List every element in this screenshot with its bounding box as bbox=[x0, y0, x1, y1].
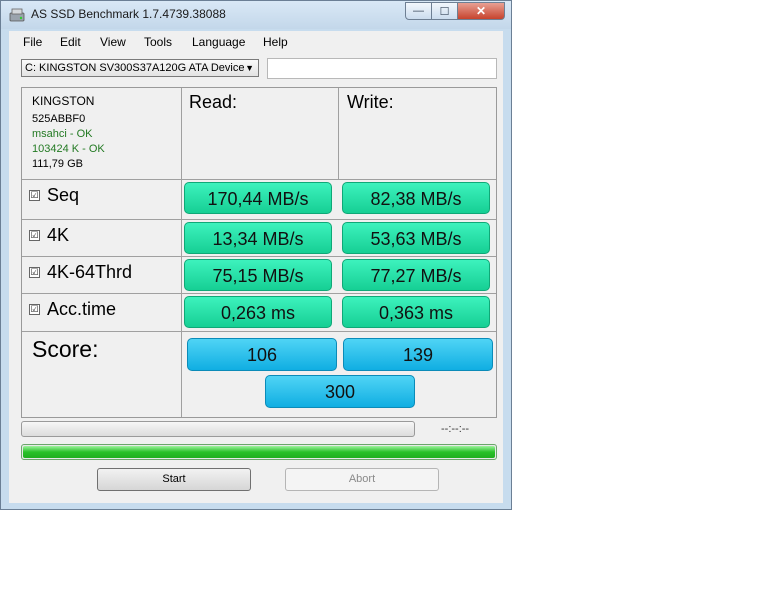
minimize-button[interactable]: — bbox=[405, 2, 432, 20]
menu-view[interactable]: View bbox=[100, 35, 126, 49]
grid-divider bbox=[181, 88, 182, 417]
4k-label: 4K bbox=[47, 225, 70, 245]
acctime-write-result: 0,363 ms bbox=[342, 296, 490, 328]
app-window: AS SSD Benchmark 1.7.4739.38088 — ☐ ✕ Fi… bbox=[0, 0, 512, 510]
drive-select[interactable]: C: KINGSTON SV300S37A120G ATA Device ▼ bbox=[21, 59, 259, 77]
maximize-button[interactable]: ☐ bbox=[432, 2, 458, 20]
test-progress-bar bbox=[21, 421, 415, 437]
menu-language[interactable]: Language bbox=[192, 35, 245, 49]
acctime-read-result: 0,263 ms bbox=[184, 296, 332, 328]
seq-label: Seq bbox=[47, 185, 80, 205]
read-score: 106 bbox=[187, 338, 337, 371]
caption-buttons: — ☐ ✕ bbox=[405, 2, 505, 21]
4k-checkbox[interactable]: ☑ bbox=[29, 230, 40, 241]
grid-divider bbox=[338, 88, 339, 179]
results-grid: KINGSTON 525ABBF0 msahci - OK 103424 K -… bbox=[21, 87, 497, 418]
overall-progress-fill bbox=[23, 446, 495, 458]
start-button[interactable]: Start bbox=[97, 468, 251, 491]
title-bar[interactable]: AS SSD Benchmark 1.7.4739.38088 — ☐ ✕ bbox=[1, 1, 511, 29]
abort-button[interactable]: Abort bbox=[285, 468, 439, 491]
4k-write-result: 53,63 MB/s bbox=[342, 222, 490, 254]
menu-file[interactable]: File bbox=[23, 35, 42, 49]
4k64-read-result: 75,15 MB/s bbox=[184, 259, 332, 291]
grid-divider bbox=[22, 219, 496, 220]
chevron-down-icon: ▼ bbox=[245, 63, 254, 73]
seq-write-result: 82,38 MB/s bbox=[342, 182, 490, 214]
elapsed-time: --:--:-- bbox=[441, 423, 470, 435]
score-label: Score: bbox=[32, 336, 99, 362]
alignment-status: 103424 K - OK bbox=[32, 143, 105, 155]
seq-read-result: 170,44 MB/s bbox=[184, 182, 332, 214]
4k64-label: 4K-64Thrd bbox=[47, 262, 133, 282]
client-area: File Edit View Tools Language Help C: KI… bbox=[9, 31, 503, 503]
acctime-checkbox[interactable]: ☑ bbox=[29, 304, 40, 315]
close-button[interactable]: ✕ bbox=[458, 2, 505, 20]
4k64-write-result: 77,27 MB/s bbox=[342, 259, 490, 291]
grid-divider bbox=[22, 256, 496, 257]
seq-checkbox[interactable]: ☑ bbox=[29, 190, 40, 201]
window-title: AS SSD Benchmark 1.7.4739.38088 bbox=[31, 7, 226, 21]
drive-firmware: 525ABBF0 bbox=[32, 113, 86, 125]
read-header: Read: bbox=[189, 92, 238, 112]
disk-icon bbox=[9, 8, 25, 22]
overall-progress-bar bbox=[21, 444, 497, 460]
driver-status: msahci - OK bbox=[32, 128, 93, 140]
write-header: Write: bbox=[347, 92, 394, 112]
menu-help[interactable]: Help bbox=[263, 35, 288, 49]
drive-select-value: C: KINGSTON SV300S37A120G ATA Device bbox=[25, 62, 245, 74]
minimize-icon: — bbox=[413, 5, 424, 17]
menu-tools[interactable]: Tools bbox=[144, 35, 172, 49]
grid-divider bbox=[22, 293, 496, 294]
drive-size: 111,79 GB bbox=[32, 158, 83, 170]
4k-read-result: 13,34 MB/s bbox=[184, 222, 332, 254]
write-score: 139 bbox=[343, 338, 493, 371]
acctime-label: Acc.time bbox=[47, 299, 117, 319]
grid-divider bbox=[22, 331, 496, 332]
menu-edit[interactable]: Edit bbox=[60, 35, 81, 49]
close-icon: ✕ bbox=[475, 4, 487, 18]
maximize-icon: ☐ bbox=[439, 5, 450, 18]
menu-bar: File Edit View Tools Language Help bbox=[9, 31, 503, 53]
grid-divider bbox=[22, 179, 496, 180]
total-score: 300 bbox=[265, 375, 415, 408]
4k64-checkbox[interactable]: ☑ bbox=[29, 267, 40, 278]
drive-model: KINGSTON bbox=[32, 94, 95, 108]
empty-text-field[interactable] bbox=[267, 58, 497, 79]
